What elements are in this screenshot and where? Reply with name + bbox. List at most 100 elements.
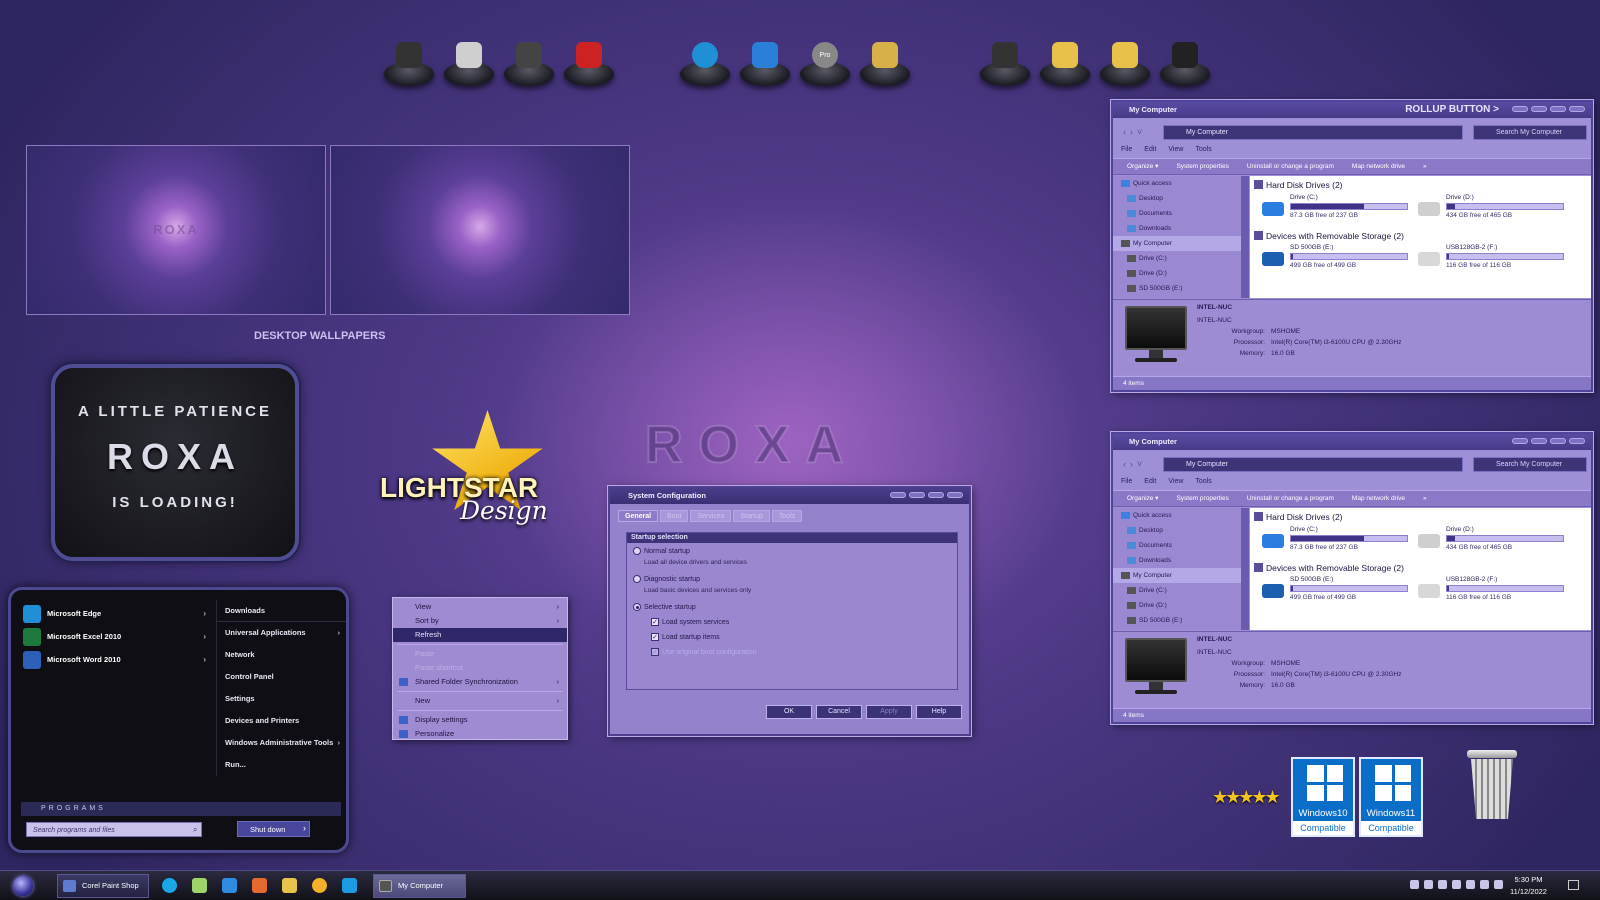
dock-item[interactable] — [1158, 38, 1212, 86]
shutdown-button[interactable]: Shut down — [237, 821, 310, 837]
original-boot-config-checkbox[interactable]: ✓ Use original boot configuration — [651, 648, 757, 656]
taskbar-app-my-computer[interactable]: My Computer — [373, 874, 466, 898]
taskbar-clock[interactable]: 5:30 PM 11/12/2022 — [1510, 874, 1547, 898]
drive-tile[interactable]: Drive (D:) 434 GB free of 465 GB — [1418, 194, 1568, 222]
maximize-button[interactable] — [1550, 438, 1566, 444]
context-menu-item[interactable]: Paste shortcut — [393, 661, 567, 675]
shutdown-arrow-icon[interactable]: › — [303, 823, 306, 833]
skype-icon[interactable] — [342, 878, 357, 893]
nav-scrollbar[interactable] — [1241, 508, 1249, 630]
start-place-item[interactable]: Windows Administrative Tools › — [217, 732, 346, 754]
explorer-titlebar[interactable]: My Computer — [1113, 434, 1591, 450]
context-menu-item[interactable]: Display settings — [393, 713, 567, 727]
stack-icon[interactable] — [222, 878, 237, 893]
dock-item[interactable] — [678, 38, 732, 86]
address-bar[interactable]: My Computer — [1163, 457, 1463, 472]
command-item[interactable]: Map network drive — [1352, 491, 1405, 506]
nav-arrows[interactable]: ‹›˅ — [1123, 127, 1146, 137]
nav-arrows[interactable]: ‹›˅ — [1123, 459, 1146, 469]
network-icon[interactable] — [1480, 880, 1489, 889]
group-header-hdd[interactable]: Hard Disk Drives (2) — [1254, 512, 1343, 522]
apply-button[interactable]: Apply — [866, 705, 912, 719]
menu-file[interactable]: File — [1121, 146, 1132, 153]
command-item[interactable]: System properties — [1176, 159, 1228, 174]
wallpaper-thumbnail-1[interactable]: ROXA — [26, 145, 326, 315]
dock-item[interactable] — [738, 38, 792, 86]
dock-item[interactable]: Pro — [798, 38, 852, 86]
command-item[interactable]: Organize ▾ — [1127, 159, 1158, 174]
nav-item[interactable]: SD 500GB (E:) — [1113, 613, 1241, 628]
command-item[interactable]: Uninstall or change a program — [1247, 159, 1334, 174]
start-pinned-item[interactable]: Microsoft Excel 2010 › — [19, 625, 214, 648]
drive-tile[interactable]: Drive (C:) 87.3 GB free of 237 GB — [1262, 194, 1412, 222]
taskbar-app-paintshop[interactable]: Corel Paint Shop P... — [57, 874, 149, 898]
maximize-button[interactable] — [1550, 106, 1566, 112]
dock-item[interactable] — [562, 38, 616, 86]
start-search-input[interactable]: Search programs and files — [26, 822, 202, 837]
close-button[interactable] — [1569, 106, 1585, 112]
rollup-button[interactable] — [1512, 438, 1528, 444]
menu-edit[interactable]: Edit — [1144, 146, 1156, 153]
drive-tile[interactable]: USB128GB-2 (F:) 116 GB free of 116 GB — [1418, 576, 1568, 604]
minimize-button[interactable] — [1531, 106, 1547, 112]
ok-button[interactable]: OK — [766, 705, 812, 719]
nav-item[interactable]: My Computer — [1113, 236, 1241, 251]
nav-item[interactable]: Drive (D:) — [1113, 598, 1241, 613]
menu-view[interactable]: View — [1168, 478, 1183, 485]
onedrive-icon[interactable] — [192, 878, 207, 893]
menu-file[interactable]: File — [1121, 478, 1132, 485]
chrome-icon[interactable] — [312, 878, 327, 893]
start-place-item[interactable]: Settings — [217, 688, 346, 710]
command-item[interactable]: Organize ▾ — [1127, 491, 1158, 506]
context-menu-item[interactable]: View › — [393, 600, 567, 614]
dock-item[interactable] — [858, 38, 912, 86]
nav-item[interactable]: Drive (C:) — [1113, 583, 1241, 598]
start-pinned-item[interactable]: Microsoft Word 2010 › — [19, 648, 214, 671]
close-button[interactable] — [947, 492, 963, 498]
close-button[interactable] — [1569, 438, 1585, 444]
restore-button[interactable] — [928, 492, 944, 498]
search-box[interactable]: Search My Computer — [1473, 457, 1587, 472]
nav-item[interactable]: Desktop — [1113, 523, 1241, 538]
start-place-item[interactable]: Control Panel — [217, 666, 346, 688]
command-item[interactable]: » — [1423, 491, 1427, 506]
tray-icon[interactable] — [1466, 880, 1475, 889]
notification-icon[interactable] — [1568, 880, 1579, 890]
tab-tools[interactable]: Tools — [771, 510, 803, 522]
nav-item[interactable]: My Computer — [1113, 568, 1241, 583]
cortana-icon[interactable] — [162, 878, 177, 893]
start-place-item[interactable]: Universal Applications › — [217, 622, 346, 644]
diagnostic-startup-radio[interactable]: Diagnostic startup — [633, 575, 700, 583]
normal-startup-radio[interactable]: Normal startup — [633, 547, 690, 555]
tab-startup[interactable]: Startup — [733, 510, 770, 522]
nav-item[interactable]: Desktop — [1113, 191, 1241, 206]
tab-services[interactable]: Services — [690, 510, 732, 522]
nav-item[interactable]: Quick access — [1113, 176, 1241, 191]
menu-edit[interactable]: Edit — [1144, 478, 1156, 485]
windows-icon[interactable] — [252, 878, 267, 893]
dialog-titlebar[interactable]: System Configuration — [610, 488, 969, 504]
rollup-button[interactable] — [1512, 106, 1528, 112]
drive-tile[interactable]: Drive (C:) 87.3 GB free of 237 GB — [1262, 526, 1412, 554]
load-startup-items-checkbox[interactable]: ✓ Load startup items — [651, 633, 720, 641]
drive-tile[interactable]: Drive (D:) 434 GB free of 465 GB — [1418, 526, 1568, 554]
address-bar[interactable]: My Computer — [1163, 125, 1463, 140]
wallpaper-thumbnail-2[interactable] — [330, 145, 630, 315]
nav-item[interactable]: Drive (C:) — [1113, 251, 1241, 266]
menu-tools[interactable]: Tools — [1195, 478, 1211, 485]
load-system-services-checkbox[interactable]: ✓ Load system services — [651, 618, 729, 626]
context-menu-item[interactable]: Personalize — [393, 727, 567, 741]
dock-item[interactable] — [1038, 38, 1092, 86]
nav-item[interactable]: Documents — [1113, 206, 1241, 221]
context-menu-item[interactable]: Refresh — [393, 628, 567, 642]
nav-item[interactable]: Documents — [1113, 538, 1241, 553]
nav-item[interactable]: Downloads — [1113, 553, 1241, 568]
drive-tile[interactable]: USB128GB-2 (F:) 116 GB free of 116 GB — [1418, 244, 1568, 272]
tab-boot[interactable]: Boot — [660, 510, 689, 522]
tray-icon[interactable] — [1410, 880, 1419, 889]
help-button[interactable]: Help — [916, 705, 962, 719]
start-place-item[interactable]: Downloads — [217, 600, 346, 622]
dock-item[interactable] — [502, 38, 556, 86]
maximize-button[interactable] — [909, 492, 925, 498]
command-item[interactable]: System properties — [1176, 491, 1228, 506]
